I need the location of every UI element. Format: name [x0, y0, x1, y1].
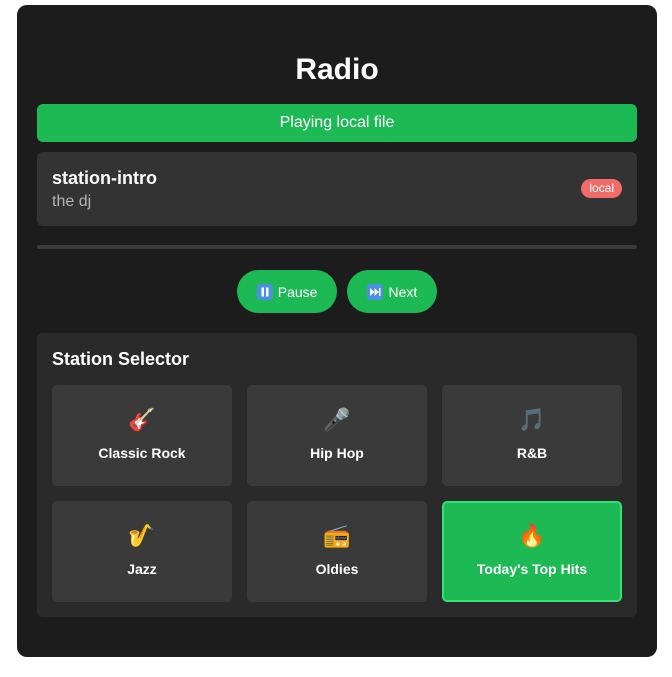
- playback-controls: Pause Next: [17, 270, 657, 314]
- station-card-classic-rock[interactable]: 🎸 Classic Rock: [52, 385, 232, 486]
- station-card-oldies[interactable]: 📻 Oldies: [247, 501, 427, 602]
- station-label: Oldies: [315, 560, 359, 577]
- saxophone-icon: 🎷: [128, 523, 156, 549]
- station-card-todays-top-hits[interactable]: 🔥 Today's Top Hits: [442, 501, 622, 602]
- microphone-icon: 🎤: [323, 407, 351, 433]
- track-artist: the dj: [52, 193, 92, 210]
- radio-panel: Radio Playing local file station-intro t…: [17, 5, 657, 657]
- station-label: Today's Top Hits: [476, 560, 588, 577]
- radio-icon: 📻: [323, 523, 351, 549]
- track-title: station-intro: [52, 168, 157, 188]
- page-title: Radio: [295, 53, 379, 86]
- next-label: Next: [388, 283, 418, 300]
- station-selector-title: Station Selector: [52, 349, 190, 369]
- now-playing-card: station-intro the dj local: [37, 152, 637, 226]
- pause-label: Pause: [277, 283, 318, 300]
- next-track-icon: [367, 283, 384, 300]
- station-label: Jazz: [127, 560, 157, 577]
- progress-bar[interactable]: [37, 245, 637, 249]
- station-label: Hip Hop: [310, 444, 364, 461]
- station-card-rnb[interactable]: 🎵 R&B: [442, 385, 622, 486]
- pause-button[interactable]: Pause: [236, 270, 338, 313]
- music-note-icon: 🎵: [518, 407, 546, 433]
- pause-icon: [256, 283, 273, 300]
- station-card-jazz[interactable]: 🎷 Jazz: [52, 501, 232, 602]
- station-label: Classic Rock: [98, 444, 186, 461]
- next-button[interactable]: Next: [347, 270, 438, 313]
- station-label: R&B: [516, 444, 548, 461]
- source-badge: local: [581, 179, 622, 198]
- station-card-hip-hop[interactable]: 🎤 Hip Hop: [247, 385, 427, 486]
- guitar-icon: 🎸: [128, 407, 156, 433]
- status-banner: Playing local file: [37, 104, 637, 142]
- station-grid: 🎸 Classic Rock 🎤 Hip Hop 🎵 R&B 🎷 Jazz 📻 …: [52, 385, 622, 602]
- fire-icon: 🔥: [518, 523, 546, 549]
- station-selector: Station Selector 🎸 Classic Rock 🎤 Hip Ho…: [37, 333, 637, 617]
